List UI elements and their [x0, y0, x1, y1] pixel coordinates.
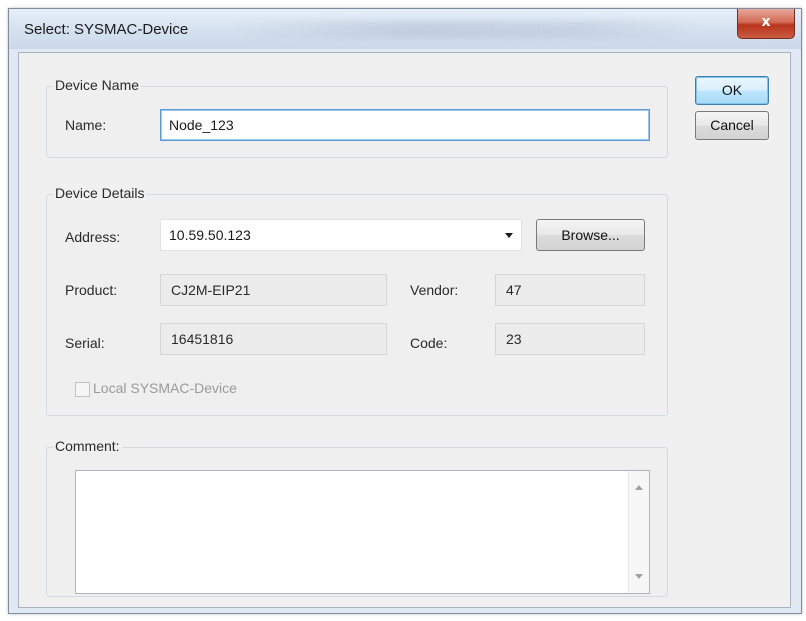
name-input[interactable]: Node_123 [160, 109, 650, 141]
vendor-label: Vendor: [410, 282, 459, 298]
address-combobox[interactable]: 10.59.50.123 [160, 219, 522, 251]
serial-label: Serial: [65, 335, 105, 351]
ok-button[interactable]: OK [695, 76, 769, 105]
product-label: Product: [65, 282, 118, 298]
cancel-button[interactable]: Cancel [695, 111, 769, 140]
name-label: Name: [65, 117, 107, 133]
comment-group-label: Comment: [53, 438, 122, 454]
device-name-group-label: Device Name [53, 77, 142, 93]
title-bar[interactable]: Select: SYSMAC-Device x [9, 9, 801, 49]
close-button[interactable]: x [737, 9, 795, 39]
window-title: Select: SYSMAC-Device [24, 21, 189, 38]
code-label: Code: [410, 335, 448, 351]
dialog-window: Select: SYSMAC-Device x Device Name Name… [8, 8, 802, 614]
comment-scrollbar[interactable] [628, 471, 649, 593]
comment-textarea[interactable] [75, 470, 650, 594]
local-device-checkbox[interactable] [75, 382, 90, 397]
comment-group: Comment: [46, 438, 668, 597]
serial-value: 16451816 [160, 323, 387, 355]
scroll-down-icon[interactable] [635, 574, 643, 579]
scroll-up-icon[interactable] [635, 485, 643, 490]
browse-button[interactable]: Browse... [536, 219, 645, 251]
code-value: 23 [495, 323, 645, 355]
device-details-group: Device Details Address: 10.59.50.123 Bro… [46, 185, 668, 416]
device-name-group: Device Name Name: Node_123 [46, 77, 668, 158]
close-icon: x [761, 14, 771, 30]
chevron-down-icon[interactable] [505, 233, 513, 238]
device-details-group-label: Device Details [53, 185, 147, 201]
product-value: CJ2M-EIP21 [160, 274, 387, 306]
local-device-label: Local SYSMAC-Device [93, 380, 237, 396]
address-value: 10.59.50.123 [169, 227, 251, 243]
vendor-value: 47 [495, 274, 645, 306]
address-label: Address: [65, 229, 121, 245]
dialog-body: Device Name Name: Node_123 OK Cancel Dev… [18, 52, 791, 608]
